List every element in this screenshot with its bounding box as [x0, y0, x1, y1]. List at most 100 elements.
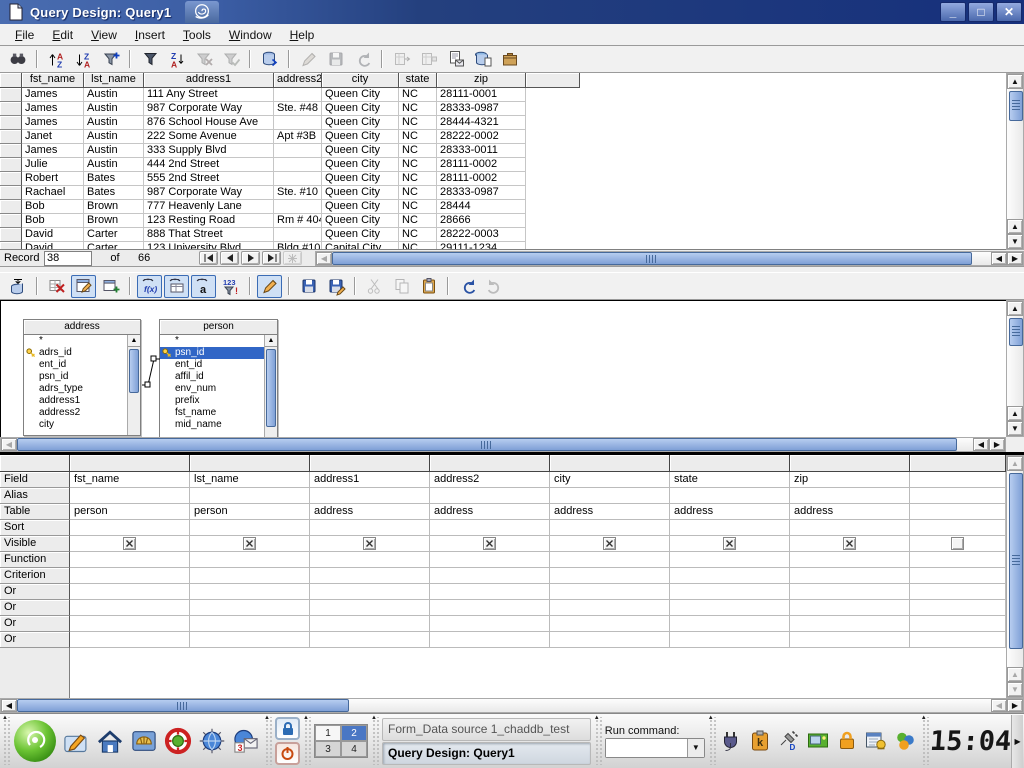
visible-checkbox[interactable]	[951, 537, 964, 550]
scrollbar-thumb[interactable]	[1009, 473, 1023, 649]
grid-cell-or[interactable]	[70, 584, 190, 600]
scrollbar-thumb[interactable]	[1009, 91, 1023, 121]
row-header-cell[interactable]	[0, 102, 22, 116]
cell[interactable]	[274, 228, 322, 242]
cell[interactable]: Queen City	[322, 144, 399, 158]
cell[interactable]: 28333-0987	[437, 102, 526, 116]
scrollbar-thumb[interactable]	[332, 252, 972, 265]
task-button[interactable]: Form_Data source 1_chaddb_test	[382, 718, 591, 741]
cell[interactable]: Janet	[22, 130, 84, 144]
scroll-up-button[interactable]: ▲	[1007, 301, 1023, 316]
scroll-up-button[interactable]: ▲	[1007, 456, 1023, 471]
applet-handle[interactable]	[594, 717, 602, 765]
grid-cell-or[interactable]	[790, 616, 910, 632]
grid-cell-or[interactable]	[550, 632, 670, 648]
grid-cell-criterion[interactable]	[430, 568, 550, 584]
cell[interactable]: James	[22, 88, 84, 102]
grid-cell-function[interactable]	[670, 552, 790, 568]
window-titlebar[interactable]: Query Design: Query1 _ □ ✕	[0, 0, 1024, 24]
row-label-or[interactable]: Or	[0, 632, 70, 648]
grid-cell-function[interactable]	[190, 552, 310, 568]
cell[interactable]: David	[22, 242, 84, 250]
table-row[interactable]: DavidCarter888 That StreetQueen CityNC28…	[0, 228, 1006, 242]
grid-column-header[interactable]	[670, 455, 790, 472]
grid-cell-sort[interactable]	[430, 520, 550, 536]
scroll-up-button[interactable]: ▲	[1007, 219, 1023, 234]
cell[interactable]: 28111-0001	[437, 88, 526, 102]
grid-cell-function[interactable]	[910, 552, 1006, 568]
scroll-up-button[interactable]: ▲	[1007, 667, 1023, 682]
cell[interactable]	[274, 88, 322, 102]
cell[interactable]: Capital City	[322, 242, 399, 250]
grid-cell-or[interactable]	[190, 632, 310, 648]
grid-cell-or[interactable]	[190, 584, 310, 600]
results-table[interactable]: fst_namelst_nameaddress1address2citystat…	[0, 73, 1006, 250]
cell[interactable]: 333 Supply Blvd	[144, 144, 274, 158]
help-center-launcher[interactable]	[162, 725, 194, 757]
klipper-tray-icon[interactable]: k	[747, 728, 774, 755]
grid-corner-header[interactable]	[0, 455, 70, 472]
remove-filter-button[interactable]	[191, 48, 216, 71]
cell[interactable]: Julie	[22, 158, 84, 172]
menu-insert[interactable]: Insert	[126, 26, 174, 44]
applet-handle[interactable]	[371, 717, 379, 765]
cell[interactable]: Bob	[22, 214, 84, 228]
visible-checkbox[interactable]	[123, 537, 136, 550]
suse-watcher-tray-icon[interactable]	[892, 728, 919, 755]
scroll-down-button[interactable]: ▼	[1007, 421, 1023, 436]
scroll-up-button[interactable]: ▲	[1007, 74, 1023, 89]
pager-desktop-1[interactable]: 1	[315, 725, 341, 741]
grid-cell-criterion[interactable]	[910, 568, 1006, 584]
grid-column-header[interactable]	[550, 455, 670, 472]
scroll-down-button[interactable]: ▼	[1007, 234, 1023, 249]
kontact-launcher[interactable]: 3	[230, 725, 262, 757]
pager-desktop-4[interactable]: 4	[341, 741, 367, 757]
cell[interactable]: 888 That Street	[144, 228, 274, 242]
cell[interactable]: 555 2nd Street	[144, 172, 274, 186]
table-row[interactable]: BobBrown123 Resting RoadRm # 404Queen Ci…	[0, 214, 1006, 228]
visible-checkbox[interactable]	[723, 537, 736, 550]
cell[interactable]: Robert	[22, 172, 84, 186]
cell[interactable]: Queen City	[322, 172, 399, 186]
cell[interactable]	[274, 116, 322, 130]
run-command-input[interactable]	[606, 739, 687, 757]
add-table-button[interactable]	[98, 275, 123, 298]
save-button[interactable]	[296, 275, 321, 298]
apply-filter-button[interactable]	[218, 48, 243, 71]
scroll-left-button[interactable]: ◀	[973, 438, 989, 451]
grid-cell-field[interactable]: city	[550, 472, 670, 488]
cell[interactable]	[274, 200, 322, 214]
home-folder-launcher[interactable]	[94, 725, 126, 757]
cell[interactable]: Brown	[84, 200, 144, 214]
grid-cell-or[interactable]	[430, 584, 550, 600]
standard-filter-button[interactable]	[137, 48, 162, 71]
grid-cell-or[interactable]	[670, 632, 790, 648]
grid-column-header[interactable]	[70, 455, 190, 472]
table-row[interactable]: JamesAustin876 School House AveQueen Cit…	[0, 116, 1006, 130]
scroll-up-button[interactable]: ▲	[1007, 406, 1023, 421]
cell[interactable]: 444 2nd Street	[144, 158, 274, 172]
grid-cell-or[interactable]	[790, 600, 910, 616]
grid-column-header[interactable]	[790, 455, 910, 472]
grid-cell-or[interactable]	[790, 632, 910, 648]
pager-desktop-2[interactable]: 2	[341, 725, 367, 741]
screen-capture-tray-icon[interactable]	[805, 728, 832, 755]
grid-cell-sort[interactable]	[310, 520, 430, 536]
kwrite-launcher[interactable]	[60, 725, 92, 757]
scrollbar-thumb[interactable]	[1009, 318, 1023, 346]
cell[interactable]: Rm # 404	[274, 214, 322, 228]
menu-view[interactable]: View	[82, 26, 126, 44]
pager-desktop-3[interactable]: 3	[315, 741, 341, 757]
row-header-cell[interactable]	[0, 186, 22, 200]
cell[interactable]: Queen City	[322, 130, 399, 144]
cell[interactable]: Queen City	[322, 116, 399, 130]
row-label-criterion[interactable]: Criterion	[0, 568, 70, 584]
grid-cell-or[interactable]	[430, 616, 550, 632]
visible-checkbox[interactable]	[363, 537, 376, 550]
redo-button[interactable]	[482, 275, 507, 298]
cell[interactable]: 28111-0002	[437, 172, 526, 186]
grid-cell-or[interactable]	[70, 632, 190, 648]
grid-cell-field[interactable]: address1	[310, 472, 430, 488]
cell[interactable]: Ste. #10	[274, 186, 322, 200]
cell[interactable]: NC	[399, 158, 437, 172]
